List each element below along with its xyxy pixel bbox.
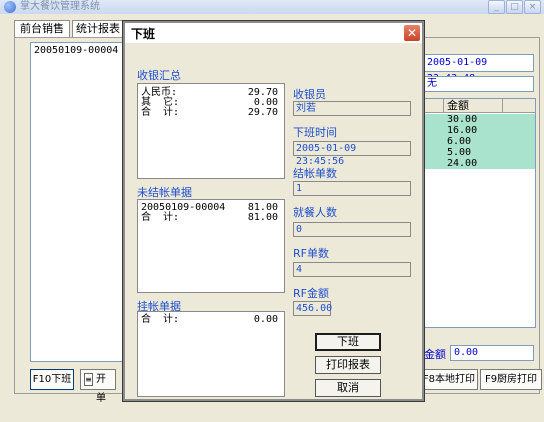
order-items-grid[interactable]: 金额 30.00 16.00 6.00 5.00 24.00 <box>424 98 536 328</box>
current-time-field: 2005-01-09 23:43:48 <box>424 54 534 84</box>
kitchen-print-button[interactable]: F9厨房打印 <box>480 369 542 390</box>
table-row[interactable]: 6.00 <box>425 136 535 147</box>
unsettled-row-value: 81.00 <box>247 212 278 223</box>
close-icon[interactable]: ✕ <box>403 24 421 42</box>
off-time-label: 下班时间 <box>293 126 337 139</box>
rf-count-label: RF单数 <box>293 247 329 260</box>
open-order-button[interactable]: ≡ 开单 <box>80 369 116 404</box>
hold-bills-list[interactable]: 合 计: 0.00 <box>137 311 285 397</box>
table-row[interactable]: 24.00 <box>425 158 535 169</box>
dialog-body: 收银汇总 人民币: 29.70 其 它: 0.00 合 计: 29.70 未结帐… <box>125 43 422 399</box>
diners-label: 就餐人数 <box>293 206 337 219</box>
rf-count-field: 4 <box>293 262 411 277</box>
minimize-button[interactable]: _ <box>488 0 505 14</box>
title-bar: 掌大餐饮管理系统 _ □ × <box>0 0 544 14</box>
list-item[interactable]: 20050109-00004 <box>34 45 118 56</box>
hold-row-name: 合 计: <box>141 314 180 325</box>
table-row[interactable]: 16.00 <box>425 125 535 136</box>
column-header-amount[interactable]: 金额 <box>443 99 503 113</box>
rf-amount-field: 456.00 <box>293 301 332 316</box>
diners-field: 0 <box>293 222 411 237</box>
print-report-button[interactable]: 打印报表 <box>315 356 381 374</box>
hold-row-value: 0.00 <box>253 314 278 325</box>
table-row[interactable]: 5.00 <box>425 147 535 158</box>
bill-count-field: 1 <box>293 181 411 196</box>
rf-amount-label: RF金额 <box>293 287 329 300</box>
cashier-field: 刘若 <box>293 101 411 116</box>
local-print-button[interactable]: F8本地打印 <box>420 369 478 390</box>
off-time-field: 2005-01-09 23:45:56 <box>293 141 411 167</box>
cashier-label: 收银员 <box>293 88 326 101</box>
summary-row-name: 合 计: <box>141 107 180 118</box>
amount-label: 金额 <box>424 348 446 361</box>
cell-amount: 30.00 <box>447 114 478 125</box>
table-row[interactable]: 30.00 <box>425 114 535 125</box>
bill-count-label: 结帐单数 <box>293 167 337 180</box>
cell-amount: 24.00 <box>447 158 478 169</box>
app-icon <box>4 1 16 13</box>
cell-amount: 5.00 <box>447 147 472 158</box>
tab-reports[interactable]: 统计报表 <box>72 20 124 38</box>
cancel-button[interactable]: 取消 <box>315 379 381 397</box>
amount-field: 0.00 <box>450 345 534 361</box>
cash-summary-label: 收银汇总 <box>137 69 181 82</box>
close-window-button[interactable]: × <box>524 0 541 14</box>
summary-row-value: 29.70 <box>247 107 278 118</box>
unsettled-bills-label: 未结帐单据 <box>137 186 192 199</box>
maximize-button[interactable]: □ <box>506 0 523 14</box>
status-field: 无 <box>424 76 534 92</box>
open-order-label: 开单 <box>96 374 106 404</box>
window-title: 掌大餐饮管理系统 <box>20 1 100 12</box>
cell-amount: 6.00 <box>447 136 472 147</box>
tab-front-sales[interactable]: 前台销售 <box>14 20 70 38</box>
grid-header: 金额 <box>425 99 535 113</box>
confirm-close-shift-button[interactable]: 下班 <box>315 333 381 351</box>
close-shift-button[interactable]: F10下班 <box>30 369 74 390</box>
close-shift-dialog: 下班 ✕ 收银汇总 人民币: 29.70 其 它: 0.00 合 计: 29.7… <box>122 20 425 402</box>
cash-summary-list[interactable]: 人民币: 29.70 其 它: 0.00 合 计: 29.70 <box>137 83 285 179</box>
order-list[interactable]: 20050109-00004 <box>30 42 126 362</box>
cell-amount: 16.00 <box>447 125 478 136</box>
dialog-title-bar[interactable]: 下班 ✕ <box>125 23 422 43</box>
dialog-title: 下班 <box>131 27 156 41</box>
unsettled-bills-list[interactable]: 20050109-00004 81.00 合 计: 81.00 <box>137 199 285 293</box>
document-icon: ≡ <box>84 373 93 386</box>
unsettled-row-name: 合 计: <box>141 212 180 223</box>
